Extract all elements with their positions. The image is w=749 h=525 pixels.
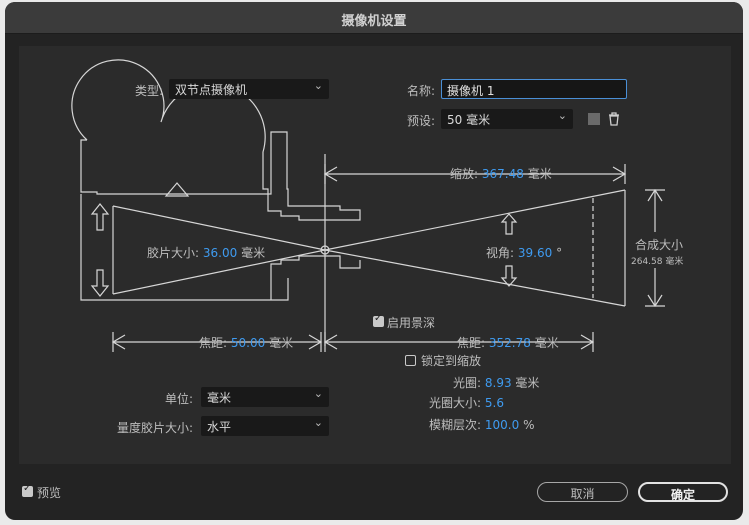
angle-readout: 视角: 39.60 ° <box>486 244 562 261</box>
focal-length-readout: 焦距: 50.00 毫米 <box>199 334 293 351</box>
preset-label: 预设: <box>407 114 436 128</box>
chevron-down-icon: ⌄ <box>313 79 323 92</box>
type-label: 类型: <box>135 84 164 98</box>
lock-to-zoom-checkbox[interactable] <box>405 355 416 366</box>
measure-film-size-select[interactable]: 水平 ⌄ <box>201 416 329 436</box>
lock-to-zoom-label: 锁定到缩放 <box>421 354 482 368</box>
camera-settings-dialog: 摄像机设置 类型: 双节点摄像机 ⌄ 名称: 摄像机 1 预设: 50 毫米 ⌄… <box>5 2 743 520</box>
f-stop-readout: 光圈大小: 5.6 <box>429 394 504 411</box>
comp-size-value: 264.58 毫米 <box>631 257 684 267</box>
camera-diagram <box>71 59 665 352</box>
f-stop-value[interactable]: 5.6 <box>485 396 504 410</box>
trash-icon[interactable] <box>605 110 623 128</box>
chevron-down-icon: ⌄ <box>557 109 567 122</box>
aperture-readout: 光圈: 8.93 毫米 <box>453 374 539 391</box>
comp-size-label: 合成大小 <box>635 238 684 252</box>
film-down-arrow-icon <box>90 269 110 297</box>
title-bar[interactable]: 摄像机设置 <box>5 2 743 34</box>
enable-dof-label: 启用景深 <box>387 316 436 330</box>
film-up-arrow-icon <box>90 203 110 231</box>
preview-label: 预览 <box>37 486 62 500</box>
angle-unit: ° <box>556 246 563 260</box>
measure-film-size-value: 水平 <box>207 420 232 434</box>
focus-distance-unit: 毫米 <box>534 336 559 350</box>
save-preset-icon[interactable] <box>585 110 603 128</box>
preset-select[interactable]: 50 毫米 ⌄ <box>441 109 573 129</box>
camera-type-value: 双节点摄像机 <box>175 83 248 97</box>
blur-level-label: 模糊层次: <box>429 418 482 432</box>
aperture-unit: 毫米 <box>515 376 540 390</box>
focal-length-value[interactable]: 50.00 <box>231 336 265 350</box>
focal-length-label: 焦距: <box>199 336 228 350</box>
ok-button[interactable]: 确定 <box>638 482 728 502</box>
settings-panel: 类型: 双节点摄像机 ⌄ 名称: 预设: 50 毫米 ⌄ 缩放: 367.48 … <box>19 46 731 464</box>
film-size-label: 胶片大小: <box>147 246 200 260</box>
film-size-value[interactable]: 36.00 <box>203 246 237 260</box>
preview-checkbox[interactable] <box>22 483 33 497</box>
aperture-label: 光圈: <box>453 376 482 390</box>
measure-film-size-label: 量度胶片大小: <box>117 421 194 435</box>
zoom-readout: 缩放: 367.48 毫米 <box>450 165 552 182</box>
blur-level-value[interactable]: 100.0 <box>485 418 519 432</box>
focus-distance-label: 焦距: <box>457 336 486 350</box>
preset-value: 50 毫米 <box>447 113 491 127</box>
focal-length-unit: 毫米 <box>269 336 294 350</box>
camera-name-input[interactable] <box>441 79 627 99</box>
zoom-label: 缩放: <box>450 167 479 181</box>
aperture-value[interactable]: 8.93 <box>485 376 512 390</box>
angle-up-arrow-icon <box>500 213 518 235</box>
focus-distance-readout: 焦距: 352.78 毫米 <box>457 334 559 351</box>
camera-type-select[interactable]: 双节点摄像机 ⌄ <box>169 79 329 99</box>
zoom-unit: 毫米 <box>527 167 552 181</box>
angle-value[interactable]: 39.60 <box>518 246 552 260</box>
name-label: 名称: <box>407 84 436 98</box>
units-select[interactable]: 毫米 ⌄ <box>201 387 329 407</box>
units-value: 毫米 <box>207 391 232 405</box>
blur-level-readout: 模糊层次: 100.0 % <box>429 416 534 433</box>
blur-level-unit: % <box>523 418 535 432</box>
film-size-unit: 毫米 <box>241 246 266 260</box>
angle-label: 视角: <box>486 246 515 260</box>
chevron-down-icon: ⌄ <box>313 416 323 429</box>
chevron-down-icon: ⌄ <box>313 387 323 400</box>
cancel-button[interactable]: 取消 <box>537 482 628 502</box>
dialog-title: 摄像机设置 <box>341 14 407 29</box>
f-stop-label: 光圈大小: <box>429 396 482 410</box>
film-size-readout: 胶片大小: 36.00 毫米 <box>147 244 265 261</box>
focus-distance-value[interactable]: 352.78 <box>489 336 531 350</box>
units-label: 单位: <box>165 392 194 406</box>
enable-dof-checkbox[interactable] <box>373 313 384 327</box>
zoom-value[interactable]: 367.48 <box>482 167 524 181</box>
